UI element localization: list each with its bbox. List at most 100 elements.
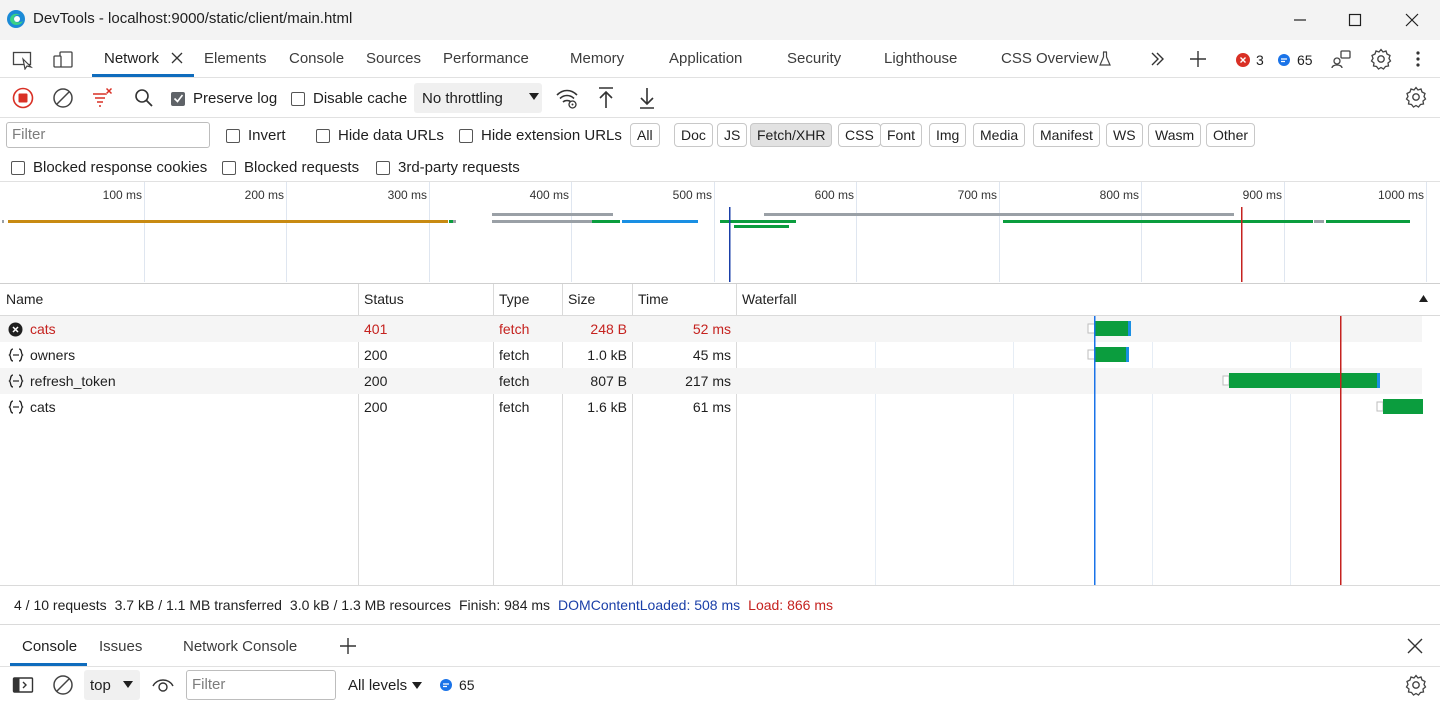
flask-icon xyxy=(1097,50,1113,68)
table-row[interactable]: owners 200 fetch 1.0 kB 45 ms xyxy=(0,342,737,368)
request-size: 1.6 kB xyxy=(587,399,627,415)
drawer-tab-console[interactable]: Console xyxy=(22,638,77,655)
live-expression-eye-icon[interactable] xyxy=(151,675,175,695)
type-filter-ws[interactable]: WS xyxy=(1106,123,1143,147)
log-levels-dropdown[interactable]: All levels xyxy=(348,677,423,694)
column-header-type[interactable]: Type xyxy=(499,284,530,316)
inspect-element-icon[interactable] xyxy=(12,50,34,70)
column-header-time[interactable]: Time xyxy=(638,284,669,316)
request-name[interactable]: cats xyxy=(30,316,56,342)
more-tabs-icon[interactable] xyxy=(1148,50,1166,68)
network-conditions-icon[interactable] xyxy=(555,86,579,110)
column-header-waterfall[interactable]: Waterfall xyxy=(742,284,797,316)
clear-icon[interactable] xyxy=(52,87,74,109)
overview-timeline[interactable]: 100 ms 200 ms 300 ms 400 ms 500 ms 600 m… xyxy=(0,182,1440,284)
type-filter-doc[interactable]: Doc xyxy=(674,123,713,147)
type-filter-all[interactable]: All xyxy=(630,123,660,147)
tab-console[interactable]: Console xyxy=(289,50,344,67)
tab-memory[interactable]: Memory xyxy=(570,50,624,67)
request-time: 52 ms xyxy=(692,321,731,337)
export-har-icon[interactable] xyxy=(637,86,657,110)
message-count-badge[interactable]: 65 xyxy=(1277,52,1313,68)
console-sidebar-icon[interactable] xyxy=(12,675,34,695)
add-tab-icon[interactable] xyxy=(1188,49,1208,69)
type-filter-manifest[interactable]: Manifest xyxy=(1033,123,1100,147)
tab-security[interactable]: Security xyxy=(787,50,841,67)
device-toolbar-icon[interactable] xyxy=(52,50,74,70)
drawer-tab-network-console[interactable]: Network Console xyxy=(183,638,297,655)
context-selector[interactable]: top xyxy=(84,670,140,700)
third-party-requests-checkbox[interactable]: 3rd-party requests xyxy=(376,159,520,176)
type-filter-fetch-xhr[interactable]: Fetch/XHR xyxy=(750,123,833,147)
filter-icon[interactable] xyxy=(90,86,116,110)
minimize-button[interactable] xyxy=(1286,8,1314,32)
hide-data-urls-check[interactable] xyxy=(316,128,330,143)
filter-input[interactable]: Filter xyxy=(6,122,210,148)
tab-performance[interactable]: Performance xyxy=(443,50,529,67)
settings-gear-icon[interactable] xyxy=(1370,48,1392,70)
hide-data-urls-checkbox[interactable]: Hide data URLs xyxy=(316,127,444,144)
maximize-button[interactable] xyxy=(1341,8,1369,32)
table-row[interactable]: cats 200 fetch 1.6 kB 61 ms xyxy=(0,394,737,420)
table-row[interactable]: refresh_token 200 fetch 807 B 217 ms xyxy=(0,368,737,394)
column-header-size[interactable]: Size xyxy=(568,284,596,316)
active-tab-indicator xyxy=(92,74,194,77)
console-message-count[interactable]: 65 xyxy=(439,677,475,693)
hide-extension-urls-checkbox[interactable]: Hide extension URLs xyxy=(459,127,622,144)
disable-cache-checkbox[interactable]: Disable cache xyxy=(291,90,407,107)
error-count-badge[interactable]: 3 xyxy=(1236,52,1264,68)
more-options-icon[interactable] xyxy=(1410,49,1426,69)
blocked-response-cookies-check[interactable] xyxy=(11,160,25,175)
summary-load: Load: 866 ms xyxy=(748,597,833,613)
fetch-icon xyxy=(8,373,24,389)
feedback-icon[interactable] xyxy=(1330,49,1352,69)
type-filter-js[interactable]: JS xyxy=(717,123,748,147)
request-name[interactable]: owners xyxy=(30,342,75,368)
type-filter-other[interactable]: Other xyxy=(1206,123,1256,147)
preserve-log-check[interactable] xyxy=(171,91,185,106)
network-settings-gear-icon[interactable] xyxy=(1405,86,1427,108)
type-filter-wasm[interactable]: Wasm xyxy=(1148,123,1202,147)
request-name[interactable]: cats xyxy=(30,394,56,420)
stop-recording-icon[interactable] xyxy=(12,87,34,109)
close-drawer-icon[interactable] xyxy=(1406,637,1424,655)
hide-extension-urls-check[interactable] xyxy=(459,128,473,143)
tab-css-overview[interactable]: CSS Overview xyxy=(1001,50,1099,67)
clear-console-icon[interactable] xyxy=(52,674,74,696)
type-filter-img[interactable]: Img xyxy=(929,123,967,147)
type-filter-media[interactable]: Media xyxy=(973,123,1026,147)
column-header-name[interactable]: Name xyxy=(6,284,44,316)
tab-network[interactable]: Network xyxy=(104,50,159,67)
drawer-tab-issues[interactable]: Issues xyxy=(99,638,142,655)
type-filter-css[interactable]: CSS xyxy=(838,123,881,147)
invert-check[interactable] xyxy=(226,128,240,143)
tab-elements[interactable]: Elements xyxy=(204,50,267,67)
console-filter-input[interactable]: Filter xyxy=(186,670,336,700)
throttling-select[interactable]: No throttling xyxy=(414,83,542,113)
tab-lighthouse[interactable]: Lighthouse xyxy=(884,50,957,67)
window-title: DevTools - localhost:9000/static/client/… xyxy=(33,10,353,27)
invert-checkbox[interactable]: Invert xyxy=(226,127,286,144)
tab-application[interactable]: Application xyxy=(669,50,742,67)
blocked-requests-check[interactable] xyxy=(222,160,236,175)
console-settings-gear-icon[interactable] xyxy=(1405,674,1427,696)
close-window-button[interactable] xyxy=(1398,8,1426,32)
type-filter-font[interactable]: Font xyxy=(880,123,923,147)
request-time: 61 ms xyxy=(692,399,731,415)
table-row[interactable]: cats 401 fetch 248 B 52 ms xyxy=(0,316,737,342)
fetch-icon xyxy=(8,399,24,415)
sort-ascending-icon[interactable] xyxy=(1418,294,1429,304)
request-time: 45 ms xyxy=(692,347,731,363)
request-name[interactable]: refresh_token xyxy=(30,368,116,394)
preserve-log-checkbox[interactable]: Preserve log xyxy=(171,90,277,107)
blocked-response-cookies-checkbox[interactable]: Blocked response cookies xyxy=(11,159,207,176)
disable-cache-check[interactable] xyxy=(291,91,305,106)
column-header-status[interactable]: Status xyxy=(364,284,404,316)
close-tab-icon[interactable] xyxy=(170,51,184,65)
blocked-requests-checkbox[interactable]: Blocked requests xyxy=(222,159,359,176)
add-drawer-tab-icon[interactable] xyxy=(338,636,358,656)
import-har-icon[interactable] xyxy=(596,86,616,110)
search-icon[interactable] xyxy=(133,87,155,109)
tab-sources[interactable]: Sources xyxy=(366,50,421,67)
third-party-requests-check[interactable] xyxy=(376,160,390,175)
